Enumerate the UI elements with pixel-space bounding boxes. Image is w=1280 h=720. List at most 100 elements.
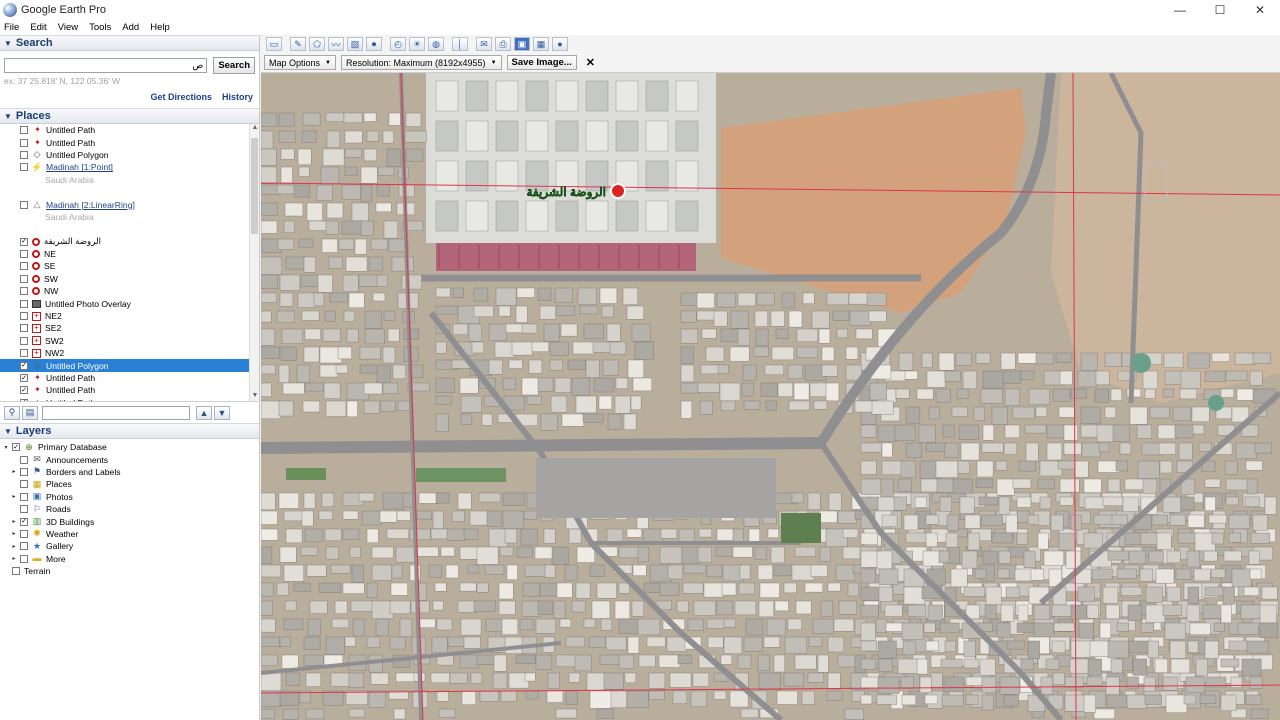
places-item[interactable]: ⚡ Madinah [1:Point]: [0, 161, 259, 173]
ruler-icon[interactable]: │: [452, 37, 468, 51]
map-options-dropdown[interactable]: Map Options ▼: [264, 55, 336, 70]
places-item[interactable]: Untitled Photo Overlay: [0, 297, 259, 309]
places-item[interactable]: ✓ ◇ Untitled Polygon: [0, 359, 259, 372]
visibility-checkbox[interactable]: [20, 262, 28, 271]
places-item[interactable]: ◇ Untitled Polygon: [0, 149, 259, 161]
historical-imagery-icon[interactable]: ◴: [390, 37, 406, 51]
places-item[interactable]: NW: [0, 285, 259, 297]
places-item[interactable]: ✦ Untitled Path: [0, 124, 259, 136]
layers-item[interactable]: ▸ ★ Gallery: [0, 540, 259, 552]
places-panel-toggle-icon[interactable]: ▤: [22, 405, 38, 420]
tour-record-icon[interactable]: ⏺: [366, 37, 382, 51]
visibility-checkbox[interactable]: ✓: [20, 398, 28, 401]
places-item[interactable]: Saudi Arabia: [0, 211, 259, 223]
polygon-add-icon[interactable]: ⬠: [309, 37, 325, 51]
layers-item[interactable]: ▾ ✓ ⊕ Primary Database: [0, 441, 259, 453]
places-search-icon[interactable]: ⚲: [4, 405, 20, 420]
visibility-checkbox[interactable]: ✓: [20, 386, 28, 395]
move-down-icon[interactable]: ▼: [214, 405, 230, 420]
menu-view[interactable]: View: [58, 22, 78, 33]
visibility-checkbox[interactable]: ✓: [20, 361, 28, 370]
visibility-checkbox[interactable]: [20, 126, 28, 135]
visibility-checkbox[interactable]: [20, 138, 28, 147]
visibility-checkbox[interactable]: [20, 274, 28, 283]
menu-edit[interactable]: Edit: [30, 22, 46, 33]
scroll-down-icon[interactable]: ▼: [250, 392, 259, 401]
search-button[interactable]: Search: [213, 57, 255, 74]
visibility-checkbox[interactable]: [20, 200, 28, 209]
places-item[interactable]: ✓ الروضة الشريفة: [0, 236, 259, 248]
visibility-checkbox[interactable]: ✓: [20, 237, 28, 246]
save-image-icon[interactable]: ▣: [514, 37, 530, 51]
places-item[interactable]: + SE2: [0, 322, 259, 334]
places-item[interactable]: NE: [0, 248, 259, 260]
expand-arrow-icon[interactable]: ▸: [10, 555, 18, 562]
earth-icon[interactable]: ●: [552, 37, 568, 51]
layer-checkbox[interactable]: [12, 567, 20, 576]
visibility-checkbox[interactable]: [20, 324, 28, 333]
places-item[interactable]: SE: [0, 260, 259, 272]
path-add-icon[interactable]: 〰: [328, 37, 344, 51]
places-panel-header[interactable]: ▼ Places: [0, 108, 259, 124]
places-item[interactable]: ✦ Untitled Path: [0, 136, 259, 148]
layers-item[interactable]: ▦ Places: [0, 478, 259, 490]
layers-item[interactable]: ▸ ⚑ Borders and Labels: [0, 466, 259, 478]
overlay-add-icon[interactable]: ▧: [347, 37, 363, 51]
layers-item[interactable]: ▸ ▣ Photos: [0, 491, 259, 503]
hide-sidebar-icon[interactable]: ▭: [266, 37, 282, 51]
scroll-up-icon[interactable]: ▲: [250, 124, 259, 134]
email-icon[interactable]: ✉: [476, 37, 492, 51]
map-imagery[interactable]: الروضة الشريفة: [261, 73, 1280, 720]
layer-checkbox[interactable]: [20, 554, 28, 563]
places-item[interactable]: + NE2: [0, 310, 259, 322]
search-input[interactable]: [4, 58, 208, 73]
maximize-button[interactable]: ☐: [1200, 0, 1240, 20]
close-button[interactable]: ✕: [1240, 0, 1280, 20]
layers-panel-header[interactable]: ▼ Layers: [0, 423, 259, 439]
print-icon[interactable]: ⎙: [495, 37, 511, 51]
search-panel-header[interactable]: ▼ Search: [0, 35, 259, 51]
places-filter-input[interactable]: [42, 405, 190, 420]
map-view-icon[interactable]: ▦: [533, 37, 549, 51]
layers-item[interactable]: ⚐ Roads: [0, 503, 259, 515]
layers-item[interactable]: ▸ ▬ More: [0, 553, 259, 565]
visibility-checkbox[interactable]: [20, 287, 28, 296]
expand-arrow-icon[interactable]: ▸: [10, 493, 18, 500]
places-item[interactable]: + SW2: [0, 335, 259, 347]
menu-help[interactable]: Help: [150, 22, 170, 33]
layers-item[interactable]: Terrain: [0, 565, 259, 577]
layer-checkbox[interactable]: [20, 542, 28, 551]
places-scrollbar[interactable]: ▲ ▼: [249, 124, 259, 401]
close-save-bar-icon[interactable]: ✕: [586, 56, 595, 69]
visibility-checkbox[interactable]: [20, 336, 28, 345]
expand-arrow-icon[interactable]: ▸: [10, 530, 18, 537]
resolution-dropdown[interactable]: Resolution: Maximum (8192x4955) ▼: [340, 55, 502, 70]
expand-arrow-icon[interactable]: ▸: [10, 468, 18, 475]
menu-tools[interactable]: Tools: [89, 22, 111, 33]
visibility-checkbox[interactable]: [20, 163, 28, 172]
planet-icon[interactable]: ◍: [428, 37, 444, 51]
menu-file[interactable]: File: [4, 22, 19, 33]
places-item[interactable]: Saudi Arabia: [0, 174, 259, 186]
places-item[interactable]: [0, 186, 259, 198]
visibility-checkbox[interactable]: [20, 312, 28, 321]
places-item[interactable]: SW: [0, 273, 259, 285]
places-item[interactable]: [0, 223, 259, 235]
expand-arrow-icon[interactable]: ▸: [10, 543, 18, 550]
layers-item[interactable]: ✉ Announcements: [0, 453, 259, 465]
layer-checkbox[interactable]: [20, 480, 28, 489]
layer-checkbox[interactable]: [20, 455, 28, 464]
visibility-checkbox[interactable]: [20, 150, 28, 159]
sun-icon[interactable]: ☀: [409, 37, 425, 51]
layer-checkbox[interactable]: ✓: [12, 443, 20, 452]
places-item[interactable]: ✓ ✦ Untitled Path: [0, 397, 259, 401]
menu-add[interactable]: Add: [122, 22, 139, 33]
visibility-checkbox[interactable]: [20, 349, 28, 358]
save-image-button[interactable]: Save Image...: [506, 55, 577, 70]
layer-checkbox[interactable]: [20, 492, 28, 501]
layer-checkbox[interactable]: [20, 505, 28, 514]
satellite-map[interactable]: الروضة الشريفة: [261, 73, 1280, 720]
places-tree[interactable]: ✦ Untitled Path ✦ Untitled Path ◇ Untitled Po…: [0, 124, 259, 402]
visibility-checkbox[interactable]: [20, 250, 28, 259]
history-link[interactable]: History: [222, 92, 253, 106]
